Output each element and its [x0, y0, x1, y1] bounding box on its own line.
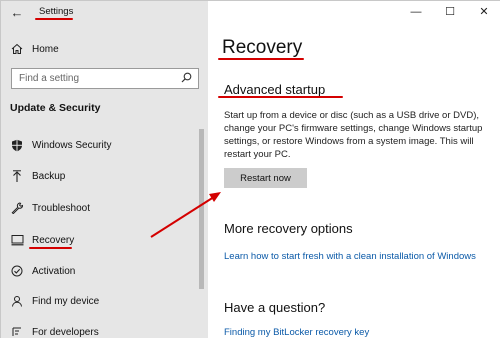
page-title: Recovery	[222, 37, 303, 58]
search-icon[interactable]	[181, 72, 192, 86]
advanced-startup-description: Start up from a device or disc (such as …	[224, 110, 483, 160]
sidebar-item-for-developers[interactable]: For developers	[1, 321, 208, 338]
home-icon	[10, 42, 24, 56]
sidebar-item-label: Windows Security	[32, 139, 112, 151]
recovery-icon	[10, 233, 24, 247]
minimize-icon[interactable]: —	[399, 1, 433, 23]
sidebar-item-troubleshoot[interactable]: Troubleshoot	[1, 197, 208, 219]
bitlocker-recovery-key-link[interactable]: Finding my BitLocker recovery key	[224, 327, 369, 338]
annotation-underline-recovery	[29, 247, 72, 249]
sidebar-item-home[interactable]: Home	[1, 38, 208, 60]
wrench-icon	[10, 201, 24, 215]
sidebar-item-windows-security[interactable]: Windows Security	[1, 134, 208, 156]
search-box[interactable]	[11, 68, 199, 89]
sidebar-item-activation[interactable]: Activation	[1, 260, 208, 282]
sidebar-item-label: Find my device	[32, 295, 100, 307]
sidebar-item-label: Backup	[32, 170, 66, 182]
sidebar-item-label: For developers	[32, 326, 99, 338]
sidebar-item-label: Recovery	[32, 234, 75, 246]
annotation-underline-title	[35, 18, 73, 20]
maximize-icon[interactable]: ☐	[433, 1, 467, 23]
restart-now-button[interactable]: Restart now	[224, 168, 307, 188]
close-icon[interactable]: ✕	[467, 1, 500, 23]
question-heading: Have a question?	[224, 300, 326, 315]
advanced-startup-heading: Advanced startup	[224, 82, 326, 97]
annotation-underline-advanced-startup	[218, 96, 343, 98]
app-title: Settings	[39, 6, 74, 17]
section-heading: Update & Security	[10, 102, 101, 114]
shield-icon	[10, 138, 24, 152]
window-controls: — ☐ ✕	[399, 1, 500, 25]
main-panel: — ☐ ✕ Recovery Advanced startup Start up…	[208, 1, 500, 338]
title-bar: ← Settings	[1, 1, 208, 25]
sidebar-scrollbar-thumb[interactable]	[199, 129, 204, 289]
sidebar: ← Settings Home Update & Security Window…	[1, 1, 208, 338]
sidebar-item-backup[interactable]: Backup	[1, 165, 208, 187]
sidebar-item-label: Home	[32, 43, 59, 55]
clean-install-link[interactable]: Learn how to start fresh with a clean in…	[224, 251, 476, 262]
search-input[interactable]	[12, 69, 172, 88]
more-recovery-options-heading: More recovery options	[224, 221, 353, 236]
settings-window: ← Settings Home Update & Security Window…	[0, 0, 500, 338]
back-arrow-icon[interactable]: ←	[8, 4, 26, 22]
sidebar-item-label: Troubleshoot	[32, 202, 90, 214]
developer-icon	[10, 325, 24, 338]
annotation-underline-page-title	[218, 58, 304, 60]
backup-arrow-icon	[10, 169, 24, 183]
person-location-icon	[10, 294, 24, 308]
sidebar-item-find-my-device[interactable]: Find my device	[1, 290, 208, 312]
sidebar-item-label: Activation	[32, 265, 76, 277]
check-circle-icon	[10, 264, 24, 278]
